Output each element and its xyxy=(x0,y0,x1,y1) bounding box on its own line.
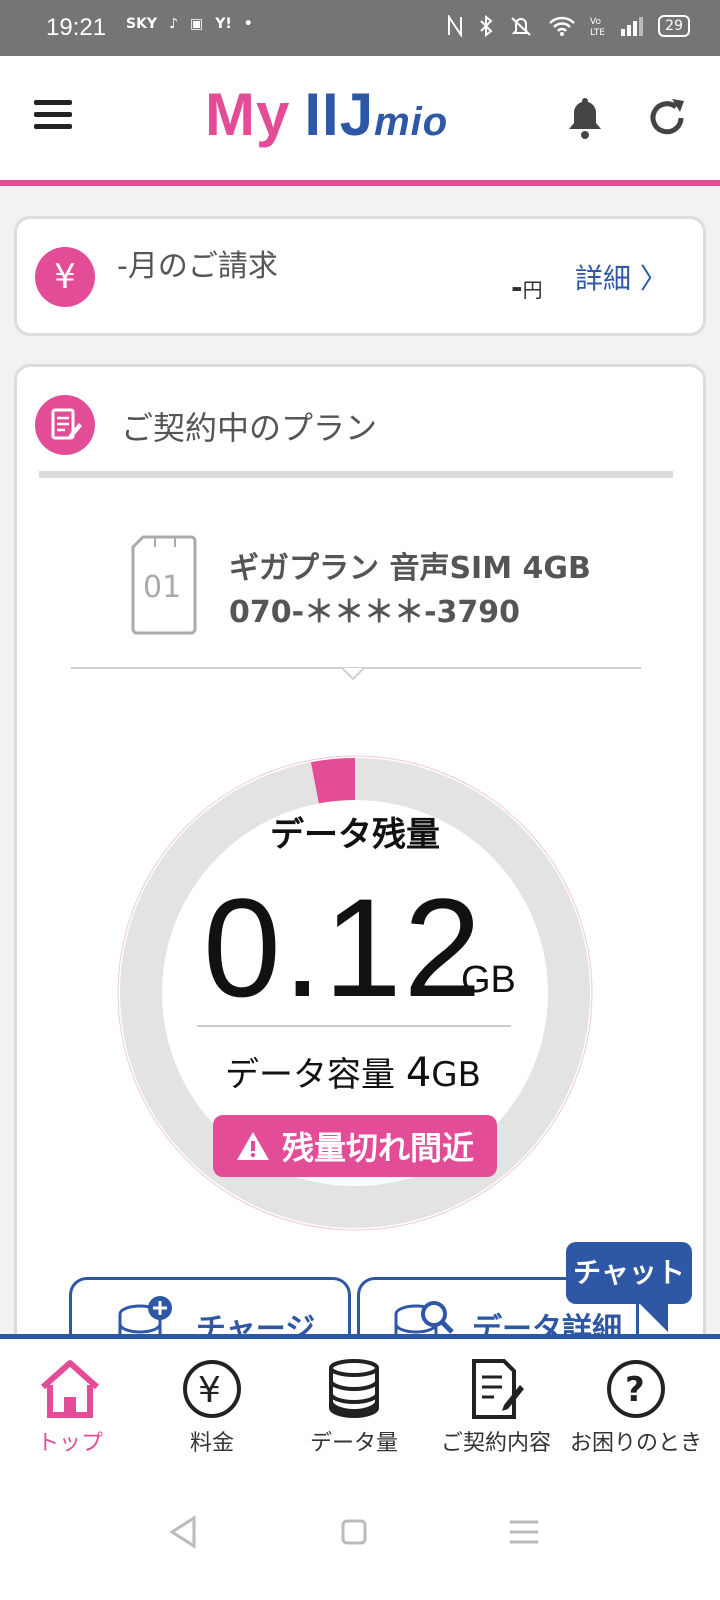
svg-text:?: ? xyxy=(625,1370,645,1410)
contract-icon xyxy=(35,395,95,455)
back-icon[interactable] xyxy=(164,1512,204,1552)
yen-icon: ¥ xyxy=(35,247,95,307)
billing-currency: 円 xyxy=(522,278,543,302)
svg-text:LTE: LTE xyxy=(590,28,605,38)
logo-my: My xyxy=(205,81,291,148)
recent-apps-icon[interactable] xyxy=(504,1512,544,1552)
svg-text:¥: ¥ xyxy=(198,1370,221,1411)
home-button-icon[interactable] xyxy=(334,1512,374,1552)
wifi-icon xyxy=(549,16,576,36)
plan-phone-number: 070-＊＊＊＊-3790 xyxy=(229,595,521,630)
gauge-divider xyxy=(197,1025,511,1027)
data-remaining-label: データ残量 xyxy=(270,815,440,855)
plan-card: ご契約中のプラン 01 ギガプラン 音声SIM 4GB 070-＊＊＊＊-379… xyxy=(14,364,706,1383)
yahoo-icon: Y! xyxy=(215,16,232,32)
bottom-navigation: トップ ¥ 料金 データ量 ご契約内容 ? お困りのとき xyxy=(0,1334,720,1469)
logo-mio: mio xyxy=(374,100,449,144)
billing-detail-link[interactable]: 詳細 〉 xyxy=(575,257,668,297)
data-capacity-value: 4 xyxy=(405,1050,432,1096)
contract-icon xyxy=(472,1359,524,1419)
sky-icon: SKY xyxy=(126,16,158,32)
system-icons: Vo LTE 29 xyxy=(446,14,690,38)
logo-iij: IIJ xyxy=(304,81,375,148)
status-time: 19:21 xyxy=(46,14,107,41)
battery-icon: 29 xyxy=(658,15,690,37)
gauge-fill-arc xyxy=(310,758,356,804)
dot-icon: • xyxy=(243,16,253,32)
signal-icon xyxy=(621,17,644,36)
refresh-icon[interactable] xyxy=(648,96,688,138)
app-header: My IIJmio xyxy=(0,56,720,186)
volte-icon: VoLTE xyxy=(590,17,605,38)
help-icon: ? xyxy=(607,1360,665,1418)
data-capacity: データ容量 4GB xyxy=(225,1047,481,1096)
sim-card-icon: 01 xyxy=(131,535,197,635)
nav-item-top[interactable]: トップ xyxy=(0,1359,140,1457)
home-icon xyxy=(41,1360,99,1418)
nav-item-contract[interactable]: ご契約内容 xyxy=(426,1359,566,1457)
plan-divider xyxy=(39,471,673,478)
billing-card: ¥ -月のご請求 -円 詳細 〉 xyxy=(14,216,706,336)
sim-number: 01 xyxy=(143,570,181,605)
status-bar: 19:21 SKY ♪ ▣ Y! • Vo LTE 29 xyxy=(0,0,720,56)
notification-icons: SKY ♪ ▣ Y! • xyxy=(126,16,253,32)
billing-amount: -円 xyxy=(511,271,543,304)
mute-icon xyxy=(511,17,531,36)
data-capacity-unit: GB xyxy=(431,1055,481,1095)
low-data-warning-text: 残量切れ間近 xyxy=(281,1129,474,1167)
warning-icon xyxy=(236,1132,269,1160)
svg-text:Vo: Vo xyxy=(590,17,601,27)
nav-item-data[interactable]: データ量 xyxy=(284,1359,424,1457)
data-remaining-value: 0.12 xyxy=(203,869,484,1026)
app-logo: My IIJmio xyxy=(205,80,448,149)
plan-name: ギガプラン 音声SIM 4GB xyxy=(229,551,591,586)
low-data-warning-badge: 残量切れ間近 xyxy=(213,1115,497,1177)
nfc-icon xyxy=(448,15,463,37)
nav-label-fees: 料金 xyxy=(189,1431,234,1456)
yen-icon: ¥ xyxy=(183,1360,241,1418)
nav-label-top: トップ xyxy=(36,1431,103,1456)
bluetooth-icon xyxy=(480,15,493,37)
gallery-icon: ▣ xyxy=(190,16,204,32)
database-icon xyxy=(329,1359,379,1419)
nav-label-data: データ量 xyxy=(309,1431,398,1456)
music-icon: ♪ xyxy=(169,16,179,32)
menu-icon[interactable] xyxy=(34,100,72,130)
plan-title: ご契約中のプラン xyxy=(121,409,378,447)
billing-title: -月のご請求 xyxy=(117,249,278,284)
nav-item-fees[interactable]: ¥ 料金 xyxy=(142,1359,282,1457)
data-remaining-unit: GB xyxy=(461,959,516,1001)
system-navigation-bar xyxy=(0,1464,720,1600)
bell-icon[interactable] xyxy=(566,96,604,140)
nav-label-contract: ご契約内容 xyxy=(440,1431,551,1456)
chat-button[interactable]: チャット xyxy=(566,1242,692,1304)
data-capacity-label: データ容量 xyxy=(225,1055,406,1095)
billing-amount-value: - xyxy=(511,271,523,304)
chat-bubble-tail xyxy=(636,1300,668,1332)
nav-item-help[interactable]: ? お困りのとき xyxy=(566,1359,706,1457)
nav-label-help: お困りのとき xyxy=(569,1431,702,1456)
separator-notch xyxy=(342,667,364,681)
